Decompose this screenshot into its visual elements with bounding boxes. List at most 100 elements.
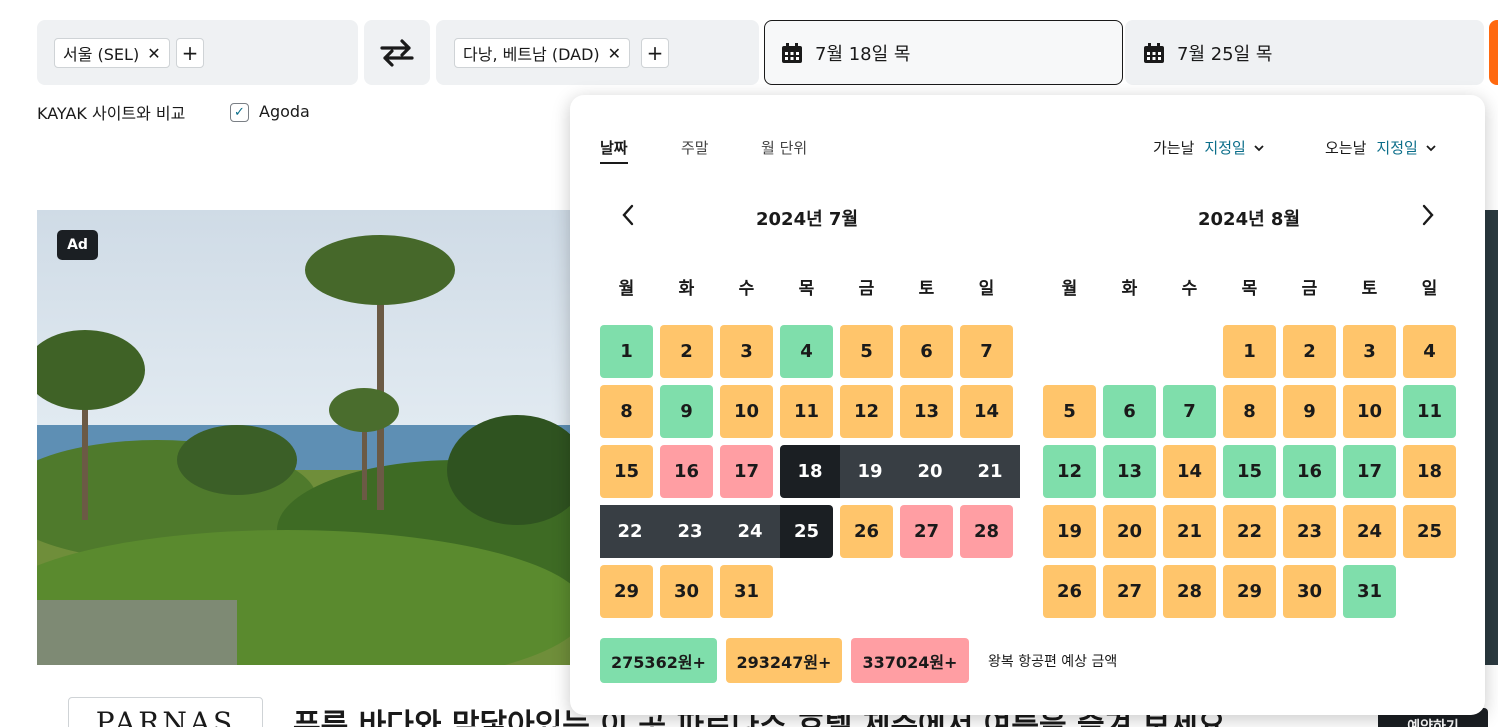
- calendar-day[interactable]: 26: [1043, 565, 1096, 618]
- chevron-down-icon: [1254, 141, 1264, 155]
- search-button[interactable]: [1489, 20, 1498, 85]
- calendar-day[interactable]: 24: [720, 505, 780, 558]
- legend-mid-price: 293247원+: [726, 638, 842, 683]
- weekday-label: 금: [858, 279, 875, 299]
- prev-month-button[interactable]: [613, 203, 643, 233]
- calendar-day[interactable]: 21: [1163, 505, 1216, 558]
- calendar-day[interactable]: 5: [1043, 385, 1096, 438]
- next-month-button[interactable]: [1413, 203, 1443, 233]
- calendar-day[interactable]: 23: [1283, 505, 1336, 558]
- calendar-day[interactable]: 19: [840, 445, 900, 498]
- calendar-day[interactable]: 20: [1103, 505, 1156, 558]
- calendar-day[interactable]: 10: [720, 385, 773, 438]
- calendar-day[interactable]: 14: [1163, 445, 1216, 498]
- calendar-day[interactable]: 16: [660, 445, 713, 498]
- calendar-day[interactable]: 17: [1343, 445, 1396, 498]
- calendar-day[interactable]: 13: [900, 385, 953, 438]
- return-date-text: 7월 25일 목: [1177, 43, 1273, 65]
- compare-label: KAYAK 사이트와 비교: [37, 104, 186, 123]
- ad-image[interactable]: [37, 210, 597, 665]
- calendar-day[interactable]: 8: [1223, 385, 1276, 438]
- calendar-day[interactable]: 23: [660, 505, 720, 558]
- calendar-day[interactable]: 22: [1223, 505, 1276, 558]
- calendar-day[interactable]: 30: [660, 565, 713, 618]
- calendar-day[interactable]: 11: [1403, 385, 1456, 438]
- calendar-day[interactable]: 11: [780, 385, 833, 438]
- weekday-label: 일: [978, 279, 995, 299]
- depart-flex-label: 가는날: [1153, 139, 1195, 157]
- calendar-day[interactable]: 1: [600, 325, 653, 378]
- agoda-checkbox[interactable]: ✓: [230, 103, 249, 122]
- calendar-day[interactable]: 30: [1283, 565, 1336, 618]
- calendar-day[interactable]: 27: [900, 505, 953, 558]
- swap-button[interactable]: [364, 20, 430, 85]
- depart-date-field[interactable]: 7월 18일 목: [764, 20, 1123, 85]
- month-title-august: 2024년 8월: [1198, 209, 1301, 230]
- calendar-day[interactable]: 27: [1103, 565, 1156, 618]
- calendar-day[interactable]: 2: [1283, 325, 1336, 378]
- calendar-day[interactable]: 28: [960, 505, 1013, 558]
- calendar-day[interactable]: 25: [780, 505, 833, 558]
- calendar-day[interactable]: 15: [1223, 445, 1276, 498]
- calendar-day[interactable]: 7: [1163, 385, 1216, 438]
- tab-dates[interactable]: 날짜: [600, 137, 628, 164]
- calendar-day[interactable]: 31: [1343, 565, 1396, 618]
- depart-flex-dropdown[interactable]: 가는날 지정일: [1153, 137, 1264, 158]
- add-origin-button[interactable]: +: [176, 38, 204, 68]
- return-flex-dropdown[interactable]: 오는날 지정일: [1325, 137, 1436, 158]
- weekday-label: 수: [1181, 279, 1198, 299]
- calendar-day[interactable]: 6: [900, 325, 953, 378]
- calendar-day[interactable]: 26: [840, 505, 893, 558]
- calendar-day[interactable]: 2: [660, 325, 713, 378]
- add-destination-button[interactable]: +: [641, 38, 669, 68]
- legend-note: 왕복 항공편 예상 금액: [988, 654, 1118, 670]
- calendar-day[interactable]: 10: [1343, 385, 1396, 438]
- calendar-day[interactable]: 16: [1283, 445, 1336, 498]
- agoda-checkbox-label[interactable]: Agoda: [259, 102, 310, 121]
- close-icon[interactable]: ✕: [147, 44, 160, 63]
- return-date-field[interactable]: 7월 25일 목: [1125, 20, 1484, 85]
- calendar-day[interactable]: 31: [720, 565, 773, 618]
- calendar-day[interactable]: 8: [600, 385, 653, 438]
- calendar-day[interactable]: 4: [1403, 325, 1456, 378]
- calendar-day[interactable]: 5: [840, 325, 893, 378]
- calendar-day[interactable]: 9: [660, 385, 713, 438]
- calendar-day[interactable]: 20: [900, 445, 960, 498]
- calendar-day[interactable]: 29: [600, 565, 653, 618]
- calendar-day[interactable]: 12: [1043, 445, 1096, 498]
- month-title-july: 2024년 7월: [756, 209, 859, 230]
- calendar-day[interactable]: 9: [1283, 385, 1336, 438]
- calendar-day[interactable]: 18: [780, 445, 840, 498]
- calendar-day[interactable]: 17: [720, 445, 773, 498]
- calendar-day[interactable]: 1: [1223, 325, 1276, 378]
- legend-low-price: 275362원+: [600, 638, 717, 683]
- calendar-day[interactable]: 22: [600, 505, 660, 558]
- calendar-day[interactable]: 24: [1343, 505, 1396, 558]
- calendar-day[interactable]: 29: [1223, 565, 1276, 618]
- destination-field[interactable]: 다낭, 베트남 (DAD) ✕ +: [436, 20, 759, 85]
- calendar-day[interactable]: 28: [1163, 565, 1216, 618]
- tab-weekends[interactable]: 주말: [681, 137, 709, 158]
- calendar-day[interactable]: 15: [600, 445, 653, 498]
- origin-chip[interactable]: 서울 (SEL) ✕: [54, 38, 170, 68]
- calendar-day[interactable]: 12: [840, 385, 893, 438]
- calendar-day[interactable]: 14: [960, 385, 1013, 438]
- calendar-day[interactable]: 4: [780, 325, 833, 378]
- chevron-down-icon: [1426, 141, 1436, 155]
- calendar-day[interactable]: 3: [1343, 325, 1396, 378]
- calendar-day[interactable]: 18: [1403, 445, 1456, 498]
- calendar-day[interactable]: 3: [720, 325, 773, 378]
- calendar-day[interactable]: 7: [960, 325, 1013, 378]
- calendar-day[interactable]: 6: [1103, 385, 1156, 438]
- calendar-day[interactable]: 13: [1103, 445, 1156, 498]
- chevron-right-icon: [1422, 204, 1434, 226]
- calendar-day[interactable]: 25: [1403, 505, 1456, 558]
- origin-field[interactable]: 서울 (SEL) ✕ +: [37, 20, 358, 85]
- destination-chip[interactable]: 다낭, 베트남 (DAD) ✕: [454, 38, 631, 68]
- weekday-label: 토: [918, 279, 935, 299]
- tab-months[interactable]: 월 단위: [761, 137, 807, 158]
- return-flex-label: 오는날: [1325, 139, 1367, 157]
- calendar-day[interactable]: 21: [960, 445, 1020, 498]
- close-icon[interactable]: ✕: [608, 44, 621, 63]
- calendar-day[interactable]: 19: [1043, 505, 1096, 558]
